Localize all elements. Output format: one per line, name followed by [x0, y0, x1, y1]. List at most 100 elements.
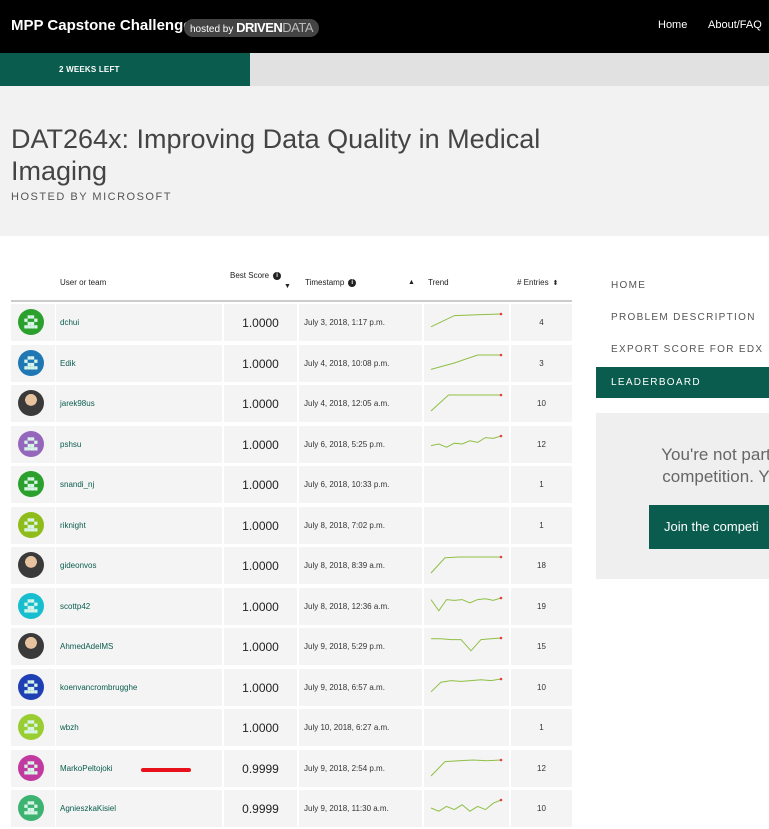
- identicon-block: [34, 487, 38, 491]
- avatar-photo[interactable]: [18, 552, 44, 578]
- username-link[interactable]: MarkoPeltojoki: [60, 764, 112, 773]
- avatar-photo[interactable]: [18, 390, 44, 416]
- trend-last-point: [499, 434, 503, 437]
- trend-cell: [424, 749, 509, 787]
- hosted-by-badge[interactable]: hosted by DRIVENDATA: [184, 19, 320, 37]
- trend-cell: [424, 466, 509, 503]
- username-link[interactable]: jarek98us: [60, 399, 95, 408]
- identicon-block: [24, 608, 28, 612]
- avatar[interactable]: [18, 309, 44, 335]
- identicon-block: [30, 767, 35, 771]
- avatar[interactable]: [18, 349, 44, 376]
- timestamp: July 3, 2018, 1:17 p.m.: [304, 318, 385, 327]
- identicon-block: [27, 365, 31, 369]
- avatar[interactable]: [18, 714, 44, 740]
- identicon-icon: [24, 315, 38, 329]
- table-row: jarek98us 1.0000 July 4, 2018, 12:05 a.m. 1…: [11, 383, 572, 424]
- username-link[interactable]: wbzh: [60, 723, 79, 732]
- side-nav-home[interactable]: HOME: [596, 271, 769, 303]
- identicon-block: [24, 318, 28, 322]
- username-link[interactable]: gideonvos: [60, 561, 96, 570]
- avatar[interactable]: [18, 511, 44, 538]
- identicon-block: [34, 764, 38, 768]
- user-cell: snandi_nj: [56, 466, 222, 503]
- identicon-block: [24, 359, 28, 363]
- side-nav-export-score[interactable]: EXPORT SCORE FOR EDX: [596, 335, 769, 367]
- username-link[interactable]: dchui: [60, 318, 79, 327]
- identicon-block: [27, 527, 31, 531]
- username-link[interactable]: Edik: [60, 359, 76, 368]
- identicon-block: [27, 325, 31, 329]
- identicon-block: [30, 355, 35, 360]
- avatar[interactable]: [18, 592, 44, 619]
- identicon-block: [34, 689, 38, 693]
- entries-cell: 10: [511, 668, 572, 706]
- brand-title[interactable]: MPP Capstone Challenge: [11, 17, 192, 34]
- identicon-block: [27, 689, 31, 693]
- timestamp: July 4, 2018, 10:08 p.m.: [304, 358, 390, 368]
- identicon-block: [24, 487, 28, 491]
- entry-count: 4: [539, 318, 544, 327]
- identicon-block: [27, 720, 31, 724]
- user-cell: scottp42: [56, 587, 222, 625]
- identicon-block: [27, 679, 31, 684]
- avatar-photo[interactable]: [18, 633, 44, 659]
- identicon-block: [24, 683, 28, 687]
- column-header-entries[interactable]: # Entries ⬍: [517, 278, 558, 287]
- score-cell: 0.9999: [224, 790, 297, 827]
- timestamp: July 8, 2018, 7:02 p.m.: [304, 520, 385, 530]
- score-cell: 1.0000: [224, 425, 297, 463]
- score-cell: 1.0000: [224, 628, 297, 665]
- nav-home-link[interactable]: Home: [658, 19, 687, 31]
- identicon-block: [30, 487, 35, 491]
- identicon-icon: [24, 517, 38, 531]
- identicon-block: [24, 770, 28, 774]
- identicon-block: [34, 325, 38, 329]
- identicon-block: [27, 477, 31, 481]
- identicon-block: [27, 770, 31, 774]
- username-link[interactable]: riknight: [60, 521, 86, 530]
- sort-both-icon[interactable]: ⬍: [553, 279, 559, 287]
- identicon-block: [34, 480, 38, 484]
- trend-line: [430, 678, 502, 692]
- username-link[interactable]: pshsu: [60, 440, 81, 449]
- identicon-block: [24, 527, 28, 531]
- username-link[interactable]: snandi_nj: [60, 480, 94, 489]
- info-icon[interactable]: i: [348, 278, 357, 287]
- info-icon[interactable]: i: [273, 271, 282, 280]
- identicon-icon: [24, 801, 38, 815]
- column-header-timestamp[interactable]: Timestamp i: [305, 278, 357, 287]
- identicon-icon: [24, 679, 38, 693]
- hosted-by-line: HOSTED BY MICROSOFT: [11, 191, 172, 203]
- avatar[interactable]: [18, 673, 44, 700]
- avatar[interactable]: [18, 430, 44, 457]
- username-link[interactable]: koenvancrombrugghe: [60, 683, 137, 692]
- sort-asc-icon[interactable]: ▲: [408, 279, 415, 286]
- avatar-cell: [11, 790, 55, 827]
- column-header-best-score[interactable]: Best Score i: [230, 271, 282, 280]
- avatar[interactable]: [18, 471, 44, 497]
- side-nav-problem-description[interactable]: PROBLEM DESCRIPTION: [596, 303, 769, 335]
- table-row: AgnieszkaKisiel 0.9999 July 9, 2018, 11:30…: [11, 788, 572, 829]
- identicon-icon: [24, 355, 38, 369]
- best-score: 1.0000: [242, 640, 279, 654]
- identicon-block: [34, 527, 38, 531]
- sort-desc-icon[interactable]: ▼: [284, 283, 291, 290]
- identicon-icon: [24, 436, 38, 450]
- user-cell: pshsu: [56, 425, 222, 463]
- avatar[interactable]: [18, 795, 44, 821]
- best-score: 1.0000: [242, 437, 279, 452]
- username-link[interactable]: AgnieszkaKisiel: [60, 804, 116, 813]
- nav-about-faq-link[interactable]: About/FAQ: [708, 19, 762, 31]
- join-competition-button[interactable]: Join the competi: [649, 505, 769, 549]
- side-nav-leaderboard[interactable]: LEADERBOARD: [596, 367, 769, 398]
- username-link[interactable]: scottp42: [60, 602, 90, 611]
- entry-count: 3: [539, 358, 544, 368]
- avatar[interactable]: [18, 754, 44, 781]
- user-cell: MarkoPeltojoki: [56, 749, 222, 787]
- avatar-cell: [11, 587, 55, 625]
- username-link[interactable]: AhmedAdelMS: [60, 642, 113, 651]
- entry-count: 10: [537, 399, 546, 408]
- trend-sparkline: [430, 393, 503, 412]
- table-row: AhmedAdelMS 1.0000 July 9, 2018, 5:29 p.m.…: [11, 626, 572, 667]
